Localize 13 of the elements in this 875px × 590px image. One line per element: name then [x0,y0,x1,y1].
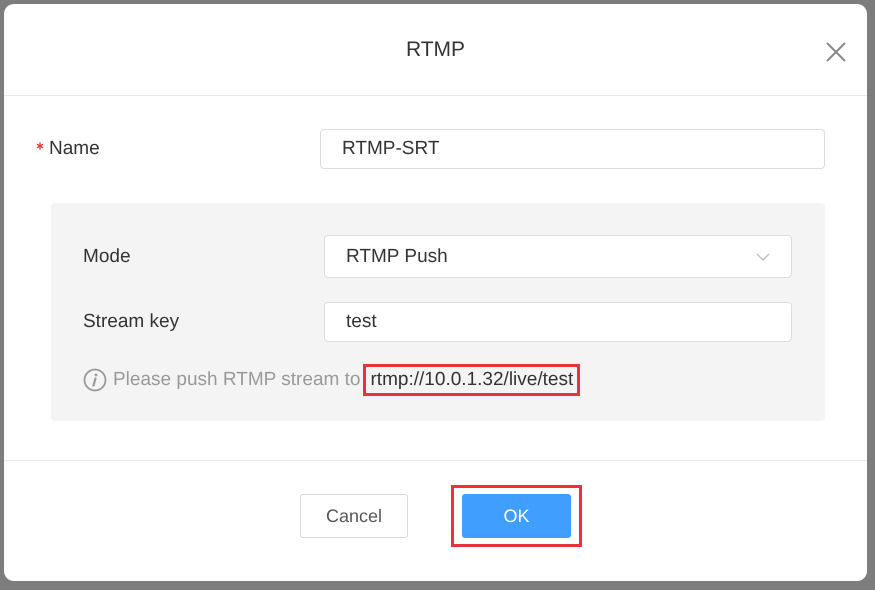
info-text: Please push RTMP stream to [113,369,360,391]
field-label: Name [49,138,100,160]
mode-dropdown[interactable]: RTMP Push [324,235,792,278]
chevron-down-icon [756,252,770,260]
field-label: Stream key [83,311,180,333]
info-icon [83,368,107,392]
stream-url: rtmp://10.0.1.32/live/test [366,367,578,393]
field-label: Mode [83,246,132,268]
cancel-button[interactable]: Cancel [300,494,408,538]
dialog-title: RTMP [406,38,466,62]
close-icon[interactable] [825,41,847,63]
name-input-field[interactable]: RTMP-SRT [320,129,825,169]
stream-key-input-field[interactable]: test [324,302,792,342]
